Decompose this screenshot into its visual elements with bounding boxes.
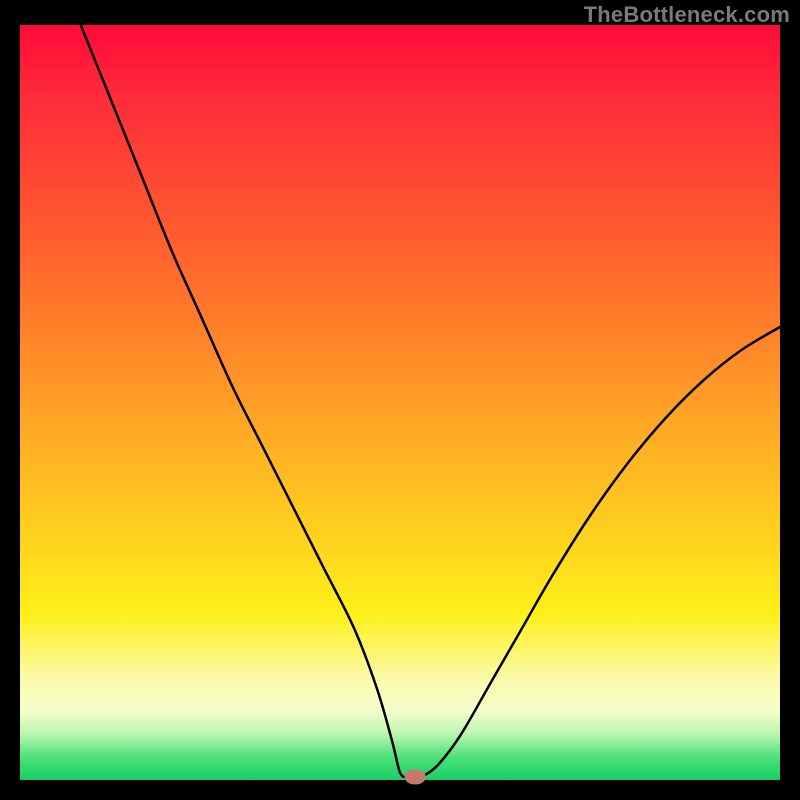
- curve-svg: [20, 25, 780, 780]
- bottleneck-curve: [81, 25, 780, 778]
- minimum-marker: [405, 769, 426, 784]
- plot-area: [20, 25, 780, 780]
- chart-frame: TheBottleneck.com: [0, 0, 800, 800]
- watermark-text: TheBottleneck.com: [584, 2, 790, 28]
